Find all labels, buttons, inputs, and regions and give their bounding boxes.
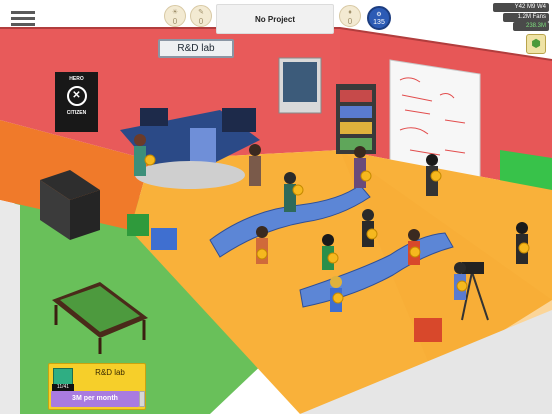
achievement-badge-icon: ⬢: [531, 38, 541, 50]
room-sign-label: R&D lab: [177, 43, 215, 54]
employee[interactable]: [354, 146, 366, 188]
money-display: 238.3M: [513, 22, 549, 31]
green-cube: [127, 214, 149, 236]
status-bubble[interactable]: [144, 154, 156, 166]
status-bubble[interactable]: [409, 246, 421, 258]
status-bubble[interactable]: [332, 292, 344, 304]
status-bubble[interactable]: [518, 242, 530, 254]
employee[interactable]: [134, 134, 146, 176]
employee[interactable]: [362, 209, 374, 247]
blue-cube: [151, 228, 177, 250]
achievement-button[interactable]: ⬢: [526, 34, 546, 54]
status-bubble[interactable]: [456, 280, 468, 292]
hero-citizen-poster: HERO ✕ CITIZEN: [55, 72, 98, 132]
money-text: 238.3M: [525, 23, 546, 29]
date-display: Y42 M9 W4: [493, 3, 549, 12]
room-capacity: 11/41: [52, 384, 74, 391]
research-points-counter[interactable]: ☀ 0: [164, 5, 186, 27]
current-project-panel[interactable]: No Project: [216, 4, 334, 34]
status-bubble[interactable]: [366, 228, 378, 240]
room-sign: R&D lab: [158, 39, 234, 58]
red-cube: [414, 318, 442, 342]
design-points-counter[interactable]: ✎ 0: [190, 5, 212, 27]
employee[interactable]: [322, 234, 334, 270]
level-badge[interactable]: ⚙ 135: [367, 6, 391, 30]
status-bubble[interactable]: [256, 248, 268, 260]
status-bubble[interactable]: [327, 252, 339, 264]
hype-value: 0: [347, 17, 353, 26]
scroll-handle[interactable]: [139, 391, 145, 407]
status-bubble[interactable]: [292, 184, 304, 196]
game-scene: [0, 0, 552, 414]
hamburger-menu-button[interactable]: [11, 11, 35, 27]
room-card-title: R&D lab: [95, 368, 125, 377]
room-price-label: 3M per month: [72, 395, 118, 402]
design-points-icon: ✎: [198, 9, 204, 16]
design-points-value: 0: [198, 17, 204, 26]
employee[interactable]: [249, 144, 261, 186]
project-label: No Project: [254, 15, 295, 24]
level-value: 135: [373, 19, 385, 26]
hype-icon: ♦: [348, 9, 352, 16]
room-info-card[interactable]: 11/41 R&D lab 3M per month: [48, 363, 146, 410]
fans-text: 1.2M Fans: [517, 14, 546, 20]
research-points-value: 0: [172, 17, 178, 26]
room-price-bar[interactable]: 3M per month: [51, 391, 139, 407]
date-text: Y42 M9 W4: [514, 4, 546, 10]
status-bubble[interactable]: [430, 170, 442, 182]
hype-counter[interactable]: ♦ 0: [339, 5, 361, 27]
research-points-icon: ☀: [171, 9, 179, 16]
level-icon: ⚙: [376, 12, 382, 18]
fans-display: 1.2M Fans: [503, 13, 549, 22]
poster-emblem-icon: ✕: [66, 86, 87, 106]
poster-subtitle: CITIZEN: [66, 110, 87, 116]
status-bubble[interactable]: [360, 170, 372, 182]
poster-title: HERO: [69, 76, 84, 82]
